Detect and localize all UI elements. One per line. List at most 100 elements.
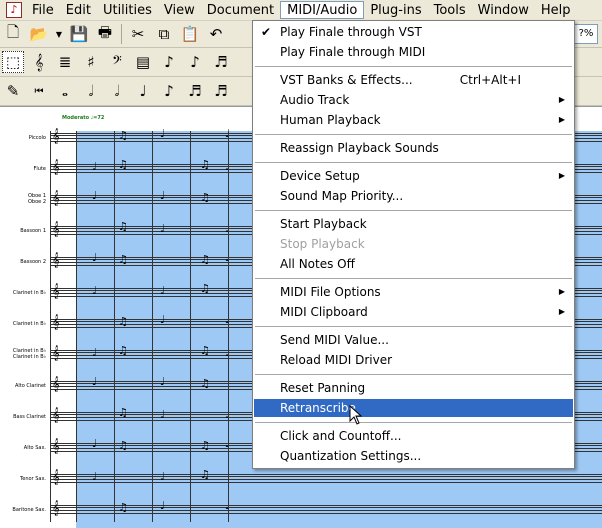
menu-shortcut: Ctrl+Alt+I xyxy=(459,73,521,87)
submenu-arrow-icon: ▶ xyxy=(558,115,565,124)
menu-item-human-playback[interactable]: Human Playback ▶ xyxy=(254,111,573,129)
menu-item-quantization-settings[interactable]: Quantization Settings... xyxy=(254,447,573,465)
staff-tool-icon[interactable]: 𝄞 xyxy=(28,51,50,73)
eighth-note-icon[interactable]: ♪ xyxy=(158,80,180,102)
menu-tools[interactable]: Tools xyxy=(428,1,472,19)
note-glyph: ♩ xyxy=(92,375,98,388)
menu-separator xyxy=(255,66,572,67)
menu-item-reassign-playback-sounds[interactable]: Reassign Playback Sounds xyxy=(254,139,573,157)
barline xyxy=(228,131,229,522)
barline xyxy=(114,131,115,522)
menu-separator xyxy=(255,162,572,163)
note-glyph: ♫ xyxy=(200,344,210,357)
quarter-note-icon[interactable]: ♩ xyxy=(132,80,154,102)
menu-document[interactable]: Document xyxy=(201,1,280,19)
menu-plug-ins[interactable]: Plug-ins xyxy=(364,1,427,19)
playback-controls-icon[interactable]: ⏮ xyxy=(28,80,50,102)
open-folder-icon[interactable]: 📂 xyxy=(28,23,50,45)
tuplet-tool-icon[interactable]: ♬ xyxy=(210,51,232,73)
menu-item-start-playback[interactable]: Start Playback xyxy=(254,215,573,233)
note-glyph: ♩ xyxy=(92,346,98,359)
menu-item-retranscribe[interactable]: Retranscribe xyxy=(254,399,573,417)
key-signature-icon[interactable]: ♯ xyxy=(80,51,102,73)
instrument-label: Piccolo xyxy=(28,135,46,141)
staff-line xyxy=(50,474,602,483)
menu-item-label: Retranscribe xyxy=(280,401,356,415)
menu-item-sound-map-priority[interactable]: Sound Map Priority... xyxy=(254,187,573,205)
cut-icon[interactable]: ✂ xyxy=(127,23,149,45)
note-glyph: ♫ xyxy=(118,315,128,328)
submenu-arrow-icon: ▶ xyxy=(558,95,565,104)
half-note-icon[interactable]: 𝅗𝅥 xyxy=(106,80,128,102)
instrument-label: Clarinet in B♭ xyxy=(12,290,46,296)
double-whole-note-icon[interactable]: 𝅗𝅥 xyxy=(80,80,102,102)
sixteenth-note-icon[interactable]: ♬ xyxy=(184,80,206,102)
menu-item-vst-banks-effects[interactable]: VST Banks & Effects... Ctrl+Alt+I xyxy=(254,71,573,89)
barline xyxy=(190,131,191,522)
menu-item-midi-file-options[interactable]: MIDI File Options ▶ xyxy=(254,283,573,301)
menu-item-label: Reload MIDI Driver xyxy=(280,353,393,367)
dropdown-arrow-icon[interactable]: ▼ xyxy=(54,23,64,45)
menu-file[interactable]: File xyxy=(26,1,60,19)
simple-entry-staff-icon[interactable]: ≣ xyxy=(54,51,76,73)
instrument-label: Clarinet in B♭ xyxy=(12,321,46,327)
menu-help[interactable]: Help xyxy=(535,1,577,19)
note-glyph: ♫ xyxy=(118,439,128,452)
paste-icon[interactable]: 📋 xyxy=(179,23,201,45)
copy-icon[interactable]: ⧉ xyxy=(153,23,175,45)
finale-app-icon[interactable]: ♪ xyxy=(6,2,22,18)
zoom-field[interactable]: ?% xyxy=(574,24,598,44)
save-icon[interactable]: 💾 xyxy=(68,23,90,45)
mouse-cursor-icon xyxy=(349,405,363,425)
eraser-icon[interactable]: ✎ xyxy=(2,80,24,102)
selection-tool-icon[interactable]: ⬚ xyxy=(2,51,24,73)
measure-tool-icon[interactable]: ▤ xyxy=(132,51,154,73)
menu-item-label: All Notes Off xyxy=(280,257,355,271)
menu-midi-audio[interactable]: MIDI/Audio xyxy=(280,1,365,19)
bass-clef-tool-icon[interactable]: 𝄢 xyxy=(106,51,128,73)
menu-item-label: Click and Countoff... xyxy=(280,429,402,443)
treble-clef-icon: 𝄞 xyxy=(52,439,60,454)
barline xyxy=(76,131,77,522)
note-glyph: ♫ xyxy=(118,220,128,233)
menu-bar: ♪ File Edit Utilities View Document MIDI… xyxy=(0,0,602,21)
menu-item-label: Quantization Settings... xyxy=(280,449,422,463)
menu-view[interactable]: View xyxy=(158,1,201,19)
thirty-second-note-icon[interactable]: ♬ xyxy=(210,80,232,102)
speedy-entry-icon[interactable]: ♪ xyxy=(184,51,206,73)
menu-item-stop-playback: Stop Playback xyxy=(254,235,573,253)
menu-item-all-notes-off[interactable]: All Notes Off xyxy=(254,255,573,273)
instrument-label: Bassoon 1 xyxy=(20,228,46,234)
treble-clef-icon: 𝄞 xyxy=(52,470,60,485)
undo-icon[interactable]: ↶ xyxy=(205,23,227,45)
menu-item-click-and-countoff[interactable]: Click and Countoff... xyxy=(254,427,573,445)
menu-edit[interactable]: Edit xyxy=(60,1,97,19)
submenu-arrow-icon: ▶ xyxy=(558,287,565,296)
menu-utilities[interactable]: Utilities xyxy=(97,1,158,19)
menu-window[interactable]: Window xyxy=(472,1,535,19)
submenu-arrow-icon: ▶ xyxy=(558,171,565,180)
menu-item-reset-panning[interactable]: Reset Panning xyxy=(254,379,573,397)
menu-item-audio-track[interactable]: Audio Track ▶ xyxy=(254,91,573,109)
treble-clef-icon: 𝄞 xyxy=(52,501,60,516)
menu-item-label: MIDI File Options xyxy=(280,285,381,299)
instrument-label: Alto Sax. xyxy=(23,445,46,451)
whole-note-icon[interactable]: 𝅝 xyxy=(54,80,76,102)
note-glyph: ♫ xyxy=(200,468,210,481)
menu-item-label: Reset Panning xyxy=(280,381,366,395)
menu-item-midi-clipboard[interactable]: MIDI Clipboard ▶ xyxy=(254,303,573,321)
new-document-icon[interactable]: 🗋 xyxy=(2,23,24,45)
simple-entry-icon[interactable]: ♪ xyxy=(158,51,180,73)
checkmark-icon: ✔ xyxy=(261,25,272,39)
print-icon[interactable]: 🖶 xyxy=(94,23,116,45)
menu-item-reload-midi-driver[interactable]: Reload MIDI Driver xyxy=(254,351,573,369)
menu-item-play-finale-through-midi[interactable]: Play Finale through MIDI xyxy=(254,43,573,61)
note-glyph: ♩ xyxy=(160,375,166,388)
treble-clef-icon: 𝄞 xyxy=(52,191,60,206)
staff-line xyxy=(50,505,602,514)
menu-item-send-midi-value[interactable]: Send MIDI Value... xyxy=(254,331,573,349)
menu-item-play-finale-through-vst[interactable]: Play Finale through VST ✔ xyxy=(254,23,573,41)
note-glyph: ♫ xyxy=(118,253,128,266)
menu-item-device-setup[interactable]: Device Setup ▶ xyxy=(254,167,573,185)
note-glyph: ♩ xyxy=(92,470,98,483)
